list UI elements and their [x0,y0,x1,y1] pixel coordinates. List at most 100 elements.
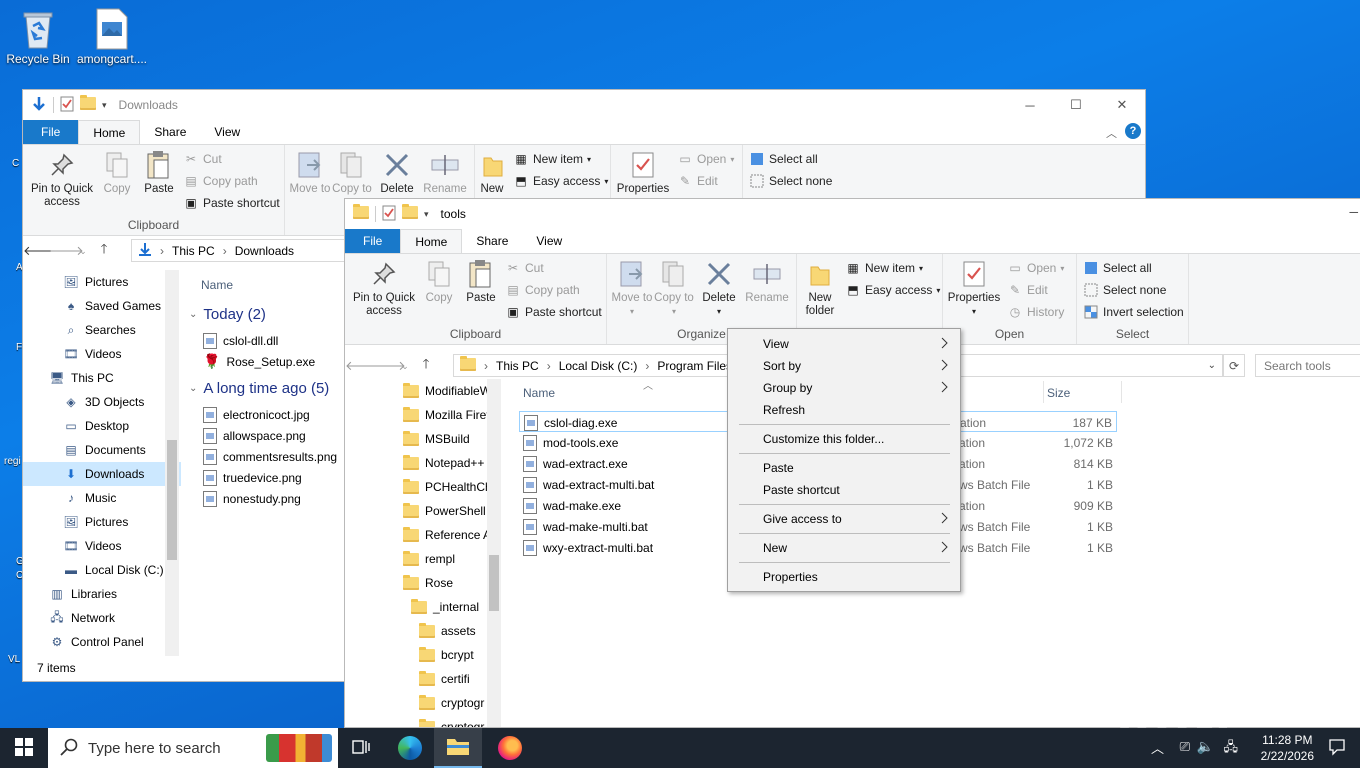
paste-button[interactable]: Paste [139,149,179,196]
sidebar-item[interactable]: ⚙ Control Panel [23,630,181,654]
collapse-ribbon-icon[interactable]: ︿ [1106,125,1117,141]
cut-button[interactable]: ✂ Cut [505,260,544,276]
move-to-button[interactable]: Move to [289,149,331,196]
copy-button[interactable]: Copy [419,258,459,305]
file-row[interactable]: nonestudy.png [203,488,301,509]
copy-to-button[interactable]: Copy to [331,149,373,196]
folder-tree-item[interactable]: PCHealthCh [393,475,501,499]
forward-arrow-icon[interactable]: 🡒 [371,358,406,374]
menu-item-give-access-to[interactable]: Give access to [729,508,959,530]
up-arrow-icon[interactable]: 🡑 [413,355,439,377]
menu-item-group-by[interactable]: Group by [729,377,959,399]
sidebar-item[interactable]: ▥ Libraries [23,582,181,606]
navigation-pane[interactable]: ModifiableW Mozilla Firef MSBuild Notepad++… [393,379,501,727]
file-row[interactable]: commentsresults.png [203,446,337,467]
minimize-button[interactable]: ─ [1349,205,1358,219]
history-button[interactable]: ◷ History [1007,304,1065,320]
back-arrow-icon[interactable]: 🡐 [345,358,380,374]
tab-home[interactable]: Home [400,229,463,253]
meet-now-icon[interactable]: ⎚ [1180,739,1190,755]
group-header-long-ago[interactable]: ⌄ A long time ago (5) [189,380,329,397]
taskbar-search-box[interactable]: Type here to search [48,728,338,768]
clock[interactable]: 11:28 PM 2/22/2026 [1261,732,1314,764]
folder-tree-item[interactable]: assets [393,619,501,643]
properties-button[interactable]: Properties [613,149,673,196]
easy-access-button[interactable]: ⬒ Easy access ▾ [845,282,940,298]
maximize-button[interactable]: ☐ [1053,90,1099,120]
copy-path-button[interactable]: ▤ Copy path [505,282,579,298]
menu-item-paste-shortcut[interactable]: Paste shortcut [729,479,959,501]
edit-button[interactable]: ✎ Edit [677,173,718,189]
navigation-pane[interactable]: 🖼 Pictures ♠ Saved Games ⌕ Searches 🎞 Videos 🖥 Th… [23,270,181,656]
nav-scrollbar[interactable] [487,379,501,727]
column-size[interactable]: Size [1047,386,1070,400]
sidebar-item[interactable]: 🎞 Videos [23,534,181,558]
copy-to-button[interactable]: Copy to ▾ [653,258,695,318]
sidebar-item[interactable]: ▬ Local Disk (C:) [23,558,181,582]
file-row[interactable]: electronicoct.jpg [203,404,310,425]
file-row[interactable]: cslol-dll.dll [203,330,278,351]
notification-center-icon[interactable] [1328,738,1346,759]
folder-tree-item[interactable]: ModifiableW [393,379,501,403]
folder-tree-item[interactable]: PowerShell [393,499,501,523]
folder-tree-item[interactable]: Notepad++ [393,451,501,475]
tab-file[interactable]: File [23,120,79,144]
back-arrow-icon[interactable]: 🡐 [23,243,58,259]
folder-tree-item[interactable]: Rose [393,571,501,595]
folder-tree-item[interactable]: cryptogr [393,691,501,715]
rename-button[interactable]: Rename [421,149,469,196]
context-menu[interactable]: View Sort by Group by Refresh Customize … [727,328,961,592]
tab-home[interactable]: Home [78,120,141,144]
folder-tree-item[interactable]: MSBuild [393,427,501,451]
move-to-button[interactable]: Move to ▾ [611,258,653,318]
folder-tree-item[interactable]: Mozilla Firef [393,403,501,427]
sidebar-item[interactable]: ▭ Desktop [23,414,181,438]
copy-path-button[interactable]: ▤ Copy path [183,173,257,189]
sidebar-item[interactable]: ♠ Saved Games [23,294,181,318]
breadcrumb-item[interactable]: Local Disk (C:) [559,359,638,373]
breadcrumb-item[interactable]: This PC [172,244,215,258]
network-icon[interactable]: 🖧 [1224,738,1239,760]
copy-button[interactable]: Copy [97,149,137,196]
forward-arrow-icon[interactable]: 🡒 [49,243,84,259]
start-button[interactable] [0,728,48,768]
pin-to-quick-access-button[interactable]: Pin to Quick access [27,149,97,209]
sidebar-item[interactable]: 🎞 Videos [23,342,181,366]
customize-quick-access-icon[interactable]: ▾ [424,209,429,220]
menu-item-paste[interactable]: Paste [729,457,959,479]
desktop-icon-recycle-bin[interactable]: Recycle Bin [0,8,76,66]
file-row[interactable]: truedevice.png [203,467,302,488]
column-name[interactable]: Name [523,386,555,400]
delete-button[interactable]: Delete [375,149,419,196]
tab-view[interactable]: View [200,120,254,144]
folder-tree-item[interactable]: bcrypt [393,643,501,667]
tab-file[interactable]: File [345,229,401,253]
file-explorer-taskbar-button[interactable] [434,728,482,768]
sidebar-item[interactable]: ♪ Music [23,486,181,510]
folder-tree-item[interactable]: rempl [393,547,501,571]
paste-shortcut-button[interactable]: ▣ Paste shortcut [183,195,279,211]
select-all-button[interactable]: Select all [749,151,818,167]
quick-access-down-arrow-icon[interactable] [31,96,47,115]
nav-scrollbar[interactable] [165,270,179,656]
scrollbar-thumb[interactable] [167,440,177,560]
menu-item-new[interactable]: New [729,537,959,559]
sidebar-item[interactable]: 🖥 This PC [23,366,181,390]
select-all-button[interactable]: Select all [1083,260,1152,276]
menu-item-sort-by[interactable]: Sort by [729,355,959,377]
new-folder-quick-icon[interactable] [402,204,418,222]
properties-quick-icon[interactable] [382,205,396,224]
sidebar-item[interactable]: ⌕ Searches [23,318,181,342]
easy-access-button[interactable]: ⬒ Easy access ▾ [513,173,608,189]
minimize-button[interactable]: ─ [1007,90,1053,120]
help-icon[interactable]: ? [1125,123,1141,139]
close-button[interactable]: ✕ [1099,90,1145,120]
show-hidden-icons-chevron-icon[interactable]: ︿ [1151,738,1164,757]
scrollbar-thumb[interactable] [489,555,499,611]
folder-tree-item[interactable]: _internal [393,595,501,619]
new-folder-button[interactable]: New [477,149,507,196]
recent-locations-chevron-icon[interactable]: ⌄ [75,246,91,257]
edit-button[interactable]: ✎ Edit [1007,282,1048,298]
column-name[interactable]: Name [201,278,233,292]
select-none-button[interactable]: Select none [749,173,832,189]
